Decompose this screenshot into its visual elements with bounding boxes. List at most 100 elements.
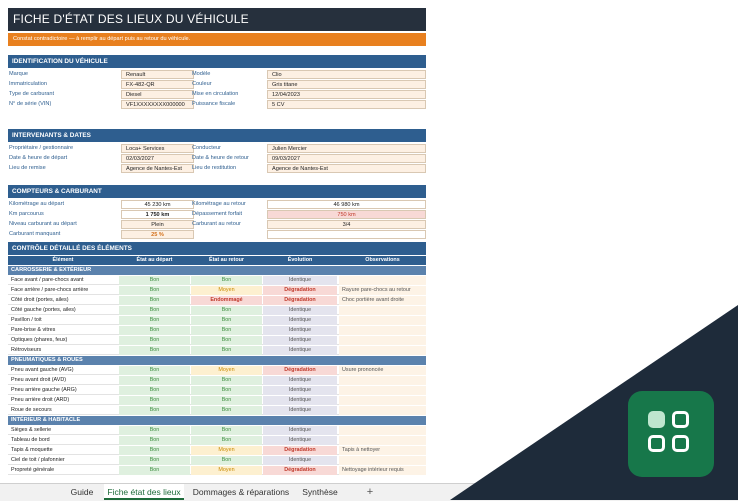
observation-cell[interactable] bbox=[339, 386, 426, 395]
etat-depart-cell[interactable]: Bon bbox=[119, 406, 190, 415]
observation-cell[interactable] bbox=[339, 426, 426, 435]
column-header[interactable]: Observations bbox=[339, 256, 426, 265]
field-value[interactable]: Agence de Nantes-Est bbox=[121, 164, 194, 173]
etat-retour-cell[interactable]: Endommagé bbox=[191, 296, 262, 305]
etat-retour-cell[interactable]: Moyen bbox=[191, 466, 262, 475]
etat-retour-cell[interactable]: Bon bbox=[191, 306, 262, 315]
evolution-cell: Dégradation bbox=[263, 466, 337, 475]
etat-retour-cell[interactable]: Bon bbox=[191, 456, 262, 465]
etat-depart-cell[interactable]: Bon bbox=[119, 276, 190, 285]
etat-retour-cell[interactable]: Bon bbox=[191, 376, 262, 385]
etat-retour-cell[interactable]: Bon bbox=[191, 276, 262, 285]
add-sheet-button[interactable]: + bbox=[360, 484, 380, 500]
column-header[interactable]: État au retour bbox=[191, 256, 262, 265]
observation-cell[interactable] bbox=[339, 276, 426, 285]
form-row: Lieu de remise Agence de Nantes-Est Lieu d… bbox=[8, 164, 426, 173]
etat-retour-cell[interactable]: Bon bbox=[191, 436, 262, 445]
table-row: Côté droit (portes, ailes) Bon Endommagé Dé… bbox=[8, 296, 426, 305]
etat-depart-cell[interactable]: Bon bbox=[119, 336, 190, 345]
etat-retour-cell[interactable]: Bon bbox=[191, 426, 262, 435]
table-row: Propreté générale Bon Moyen Dégradation Nett… bbox=[8, 466, 426, 475]
etat-depart-cell[interactable]: Bon bbox=[119, 396, 190, 405]
field-label: Propriétaire / gestionnaire bbox=[9, 145, 74, 151]
field-label: Puissance fiscale bbox=[192, 101, 236, 107]
field-label: Niveau carburant au départ bbox=[9, 221, 77, 227]
observation-cell[interactable]: Nettoyage intérieur requis bbox=[339, 466, 426, 475]
etat-retour-cell[interactable]: Bon bbox=[191, 326, 262, 335]
etat-retour-cell[interactable]: Moyen bbox=[191, 446, 262, 455]
observation-cell[interactable] bbox=[339, 396, 426, 405]
tab-synthese[interactable]: Synthèse bbox=[296, 484, 344, 500]
observation-cell[interactable] bbox=[339, 336, 426, 345]
field-value[interactable]: Renault bbox=[121, 70, 194, 79]
observation-cell[interactable]: Choc portière avant droite bbox=[339, 296, 426, 305]
field-value[interactable]: 5 CV bbox=[267, 100, 426, 109]
field-label: Mise en circulation bbox=[192, 91, 239, 97]
observation-cell[interactable] bbox=[339, 346, 426, 355]
field-value[interactable]: 45 230 km bbox=[121, 200, 194, 209]
etat-depart-cell[interactable]: Bon bbox=[119, 366, 190, 375]
etat-depart-cell[interactable]: Bon bbox=[119, 376, 190, 385]
column-header[interactable]: Évolution bbox=[263, 256, 337, 265]
controle-section-header: CONTRÔLE DÉTAILLÉ DES ÉLÉMENTS bbox=[8, 242, 426, 255]
etat-retour-cell[interactable]: Moyen bbox=[191, 286, 262, 295]
etat-retour-cell[interactable]: Bon bbox=[191, 406, 262, 415]
column-header[interactable]: Élément bbox=[8, 256, 118, 265]
field-value[interactable]: Julien Mercier bbox=[267, 144, 426, 153]
field-value[interactable]: Plein bbox=[121, 220, 194, 229]
field-value[interactable]: 3/4 bbox=[267, 220, 426, 229]
field-value[interactable]: Gris titane bbox=[267, 80, 426, 89]
table-row: Pneu avant gauche (AVG) Bon Moyen Dégradati… bbox=[8, 366, 426, 375]
etat-retour-cell[interactable]: Bon bbox=[191, 386, 262, 395]
field-value[interactable]: Loca+ Services bbox=[121, 144, 194, 153]
etat-depart-cell[interactable]: Bon bbox=[119, 426, 190, 435]
field-value[interactable]: VF1XXXXXXXX000000 bbox=[121, 100, 194, 109]
tab-dommages-reparations[interactable]: Dommages & réparations bbox=[188, 484, 294, 500]
observation-cell[interactable]: Tapis à nettoyer bbox=[339, 446, 426, 455]
field-value[interactable]: FX-482-QR bbox=[121, 80, 194, 89]
observation-cell[interactable] bbox=[339, 326, 426, 335]
etat-retour-cell[interactable]: Bon bbox=[191, 346, 262, 355]
observation-cell[interactable]: Usure prononcée bbox=[339, 366, 426, 375]
field-value[interactable]: 09/03/2027 bbox=[267, 154, 426, 163]
field-value[interactable]: Agence de Nantes-Est bbox=[267, 164, 426, 173]
field-label: N° de série (VIN) bbox=[9, 101, 52, 107]
field-value[interactable]: 02/03/2027 bbox=[121, 154, 194, 163]
tab-fiche-etat-des-lieux[interactable]: Fiche état des lieux bbox=[104, 484, 184, 500]
observation-cell[interactable] bbox=[339, 306, 426, 315]
field-label: Marque bbox=[9, 71, 28, 77]
field-value[interactable]: 750 km bbox=[267, 210, 426, 219]
observation-cell[interactable] bbox=[339, 456, 426, 465]
etat-depart-cell[interactable]: Bon bbox=[119, 466, 190, 475]
etat-depart-cell[interactable]: Bon bbox=[119, 436, 190, 445]
etat-retour-cell[interactable]: Bon bbox=[191, 396, 262, 405]
etat-depart-cell[interactable]: Bon bbox=[119, 306, 190, 315]
column-header[interactable]: État au départ bbox=[119, 256, 190, 265]
etat-depart-cell[interactable]: Bon bbox=[119, 296, 190, 305]
field-value[interactable] bbox=[267, 230, 426, 239]
observation-cell[interactable] bbox=[339, 436, 426, 445]
etat-depart-cell[interactable]: Bon bbox=[119, 316, 190, 325]
etat-retour-cell[interactable]: Bon bbox=[191, 316, 262, 325]
observation-cell[interactable] bbox=[339, 376, 426, 385]
field-value[interactable]: 25 % bbox=[121, 230, 194, 239]
field-value[interactable]: 1 750 km bbox=[121, 210, 194, 219]
observation-cell[interactable] bbox=[339, 316, 426, 325]
evolution-cell: Identique bbox=[263, 426, 337, 435]
etat-depart-cell[interactable]: Bon bbox=[119, 326, 190, 335]
etat-depart-cell[interactable]: Bon bbox=[119, 446, 190, 455]
form-row: Propriétaire / gestionnaire Loca+ Service… bbox=[8, 144, 426, 153]
field-value[interactable]: 46 980 km bbox=[267, 200, 426, 209]
tab-guide[interactable]: Guide bbox=[62, 484, 102, 500]
etat-depart-cell[interactable]: Bon bbox=[119, 386, 190, 395]
field-value[interactable]: Clio bbox=[267, 70, 426, 79]
field-value[interactable]: Diesel bbox=[121, 90, 194, 99]
observation-cell[interactable]: Rayure pare-chocs au retour bbox=[339, 286, 426, 295]
etat-depart-cell[interactable]: Bon bbox=[119, 346, 190, 355]
etat-depart-cell[interactable]: Bon bbox=[119, 286, 190, 295]
etat-retour-cell[interactable]: Moyen bbox=[191, 366, 262, 375]
etat-retour-cell[interactable]: Bon bbox=[191, 336, 262, 345]
field-value[interactable]: 12/04/2023 bbox=[267, 90, 426, 99]
etat-depart-cell[interactable]: Bon bbox=[119, 456, 190, 465]
observation-cell[interactable] bbox=[339, 406, 426, 415]
